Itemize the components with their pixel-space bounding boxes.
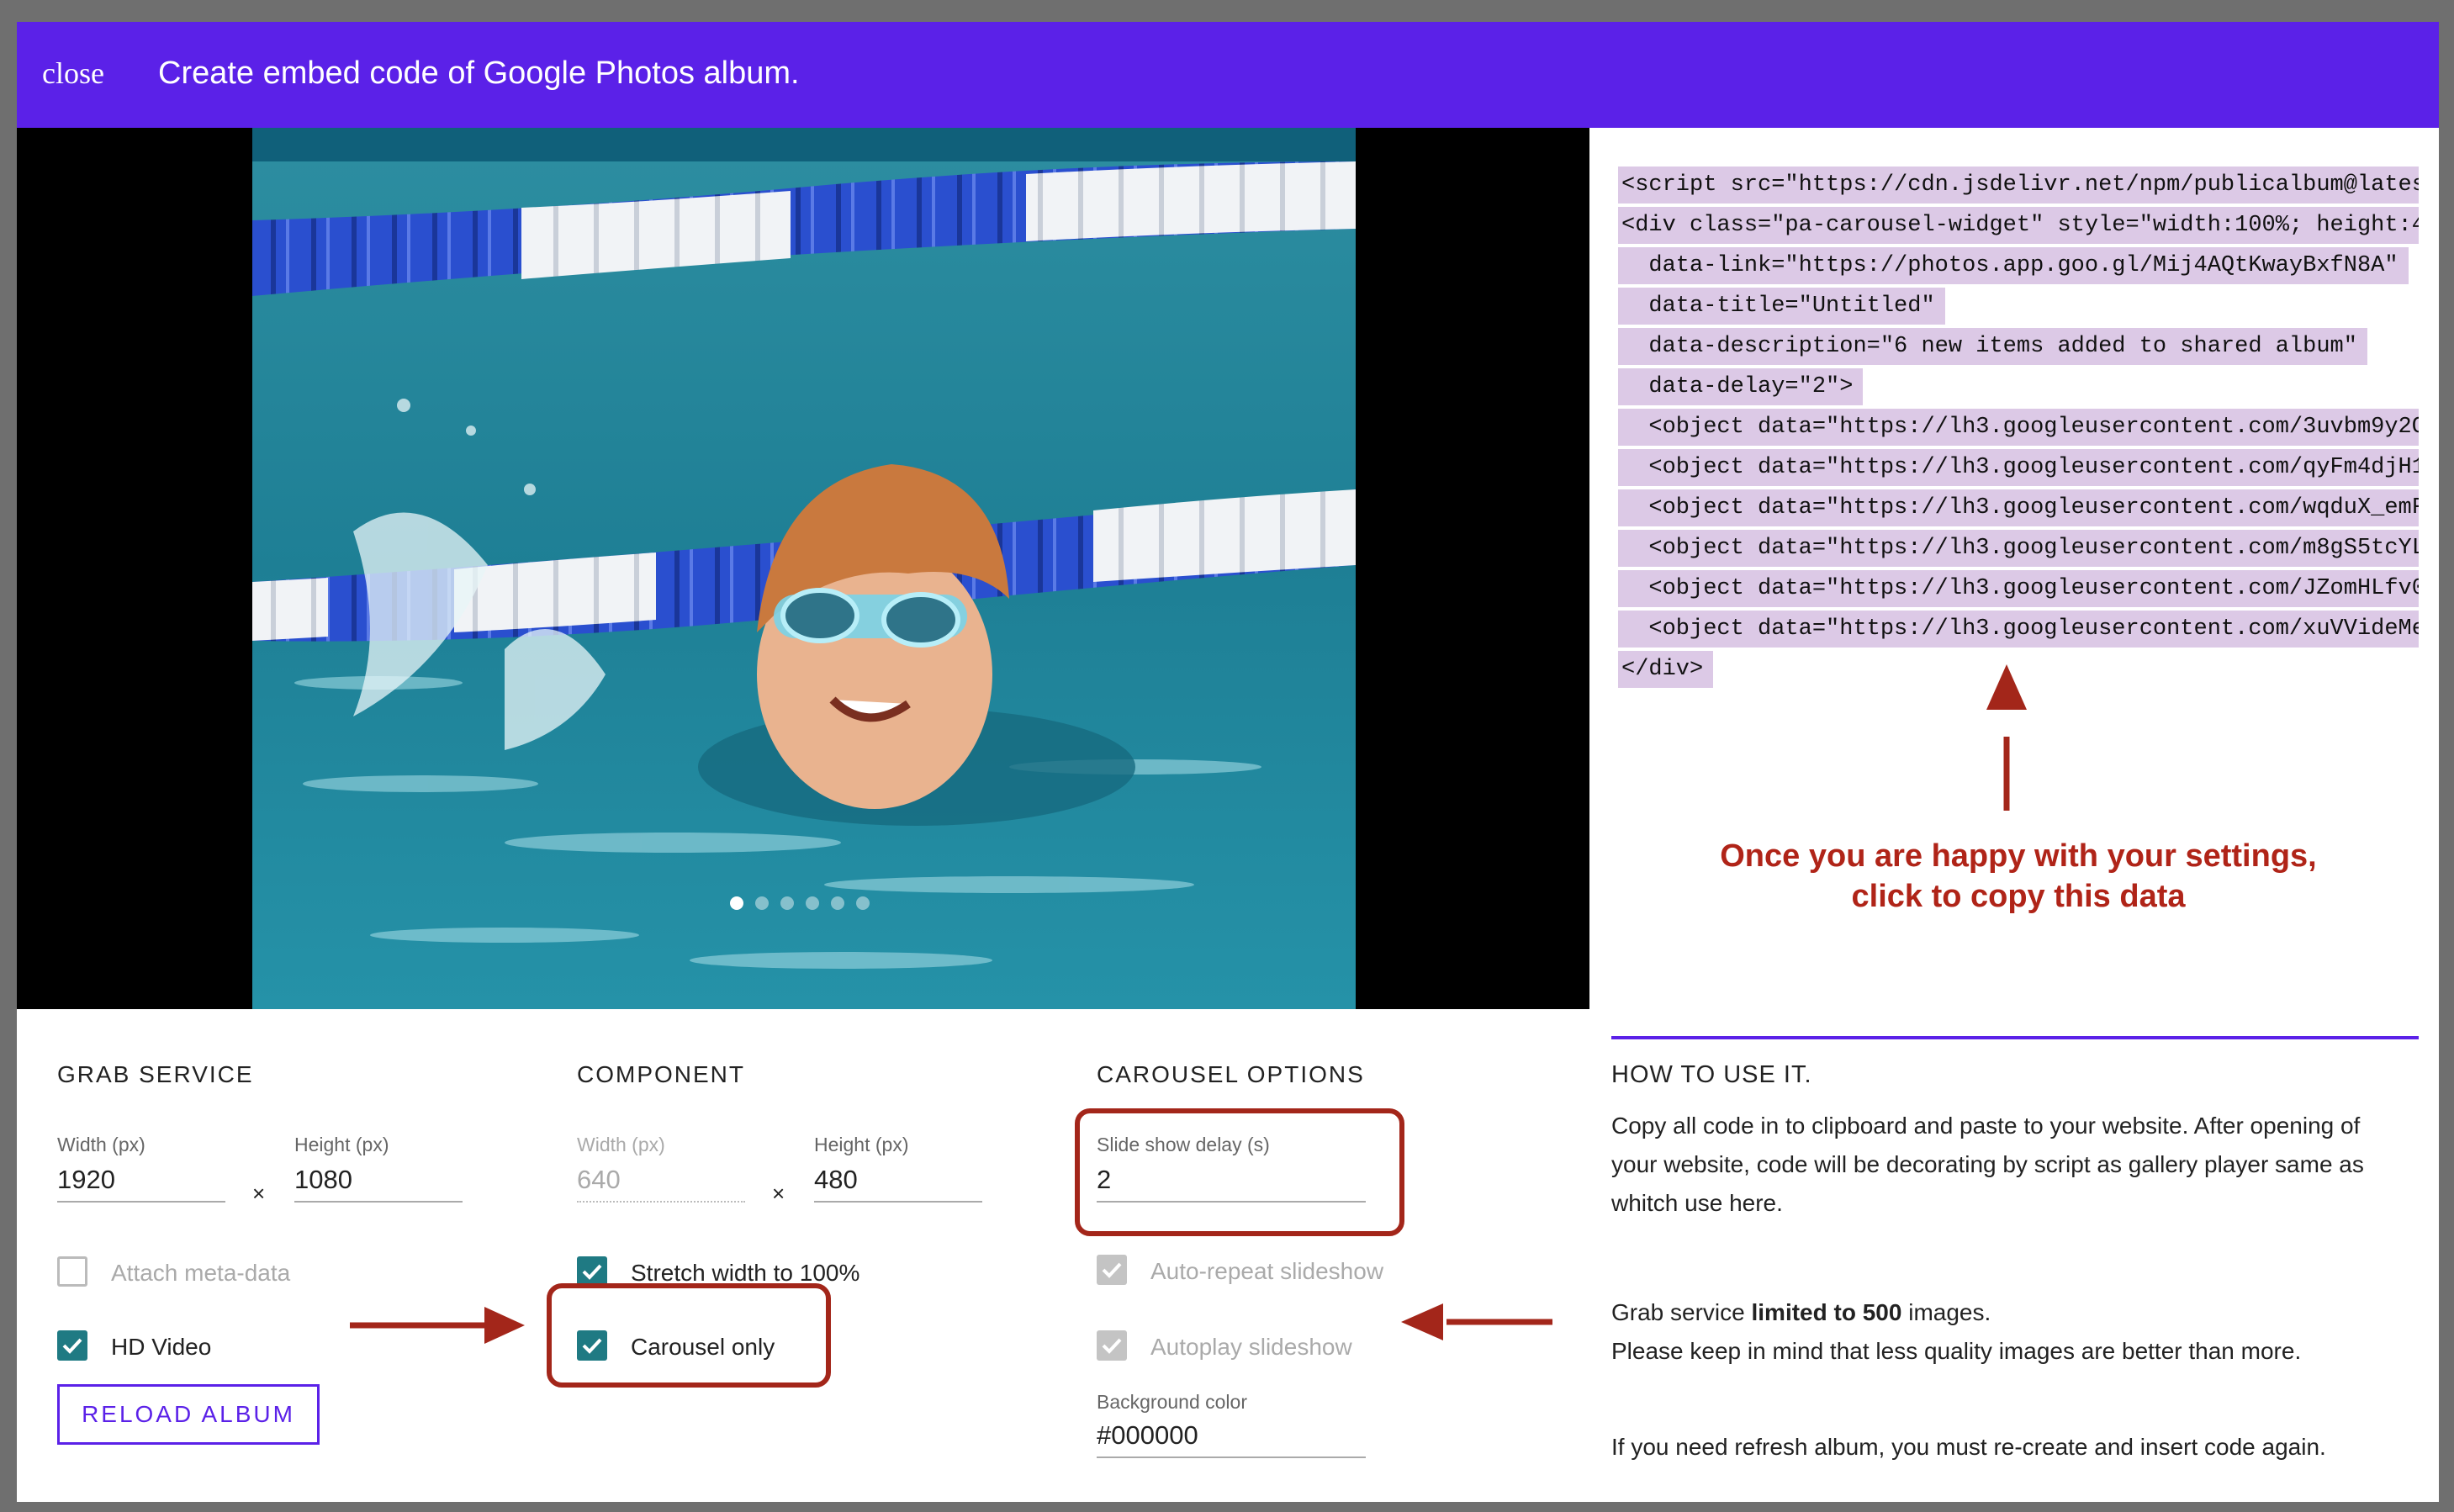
arrow-icon (1401, 1303, 1552, 1340)
attach-meta-label: Attach meta-data (111, 1260, 291, 1286)
swimmer-photo (252, 128, 1356, 1009)
code-line: <object data="https://lh3.googleusercont… (1618, 489, 2419, 526)
code-line: data-delay="2"> (1618, 368, 1864, 405)
check-icon (62, 1338, 82, 1354)
code-line: <object data="https://lh3.googleusercont… (1618, 611, 2419, 648)
code-line: <div class="pa-carousel-widget" style="w… (1618, 207, 2419, 244)
copy-annotation-line1: Once you are happy with your settings, (1720, 838, 2317, 874)
autoplay-label: Autoplay slideshow (1150, 1334, 1352, 1360)
how-to-p2-prefix: Grab service (1611, 1299, 1752, 1325)
code-line: </div> (1618, 651, 1714, 688)
close-button[interactable]: close (42, 56, 104, 91)
copy-annotation: Once you are happy with your settings, c… (1640, 836, 2397, 917)
carousel-dot[interactable] (780, 896, 794, 910)
bg-color-label: Background color (1097, 1391, 1247, 1413)
how-to-p1-line1: Copy all code in to clipboard and paste … (1611, 1113, 2361, 1139)
code-line: <object data="https://lh3.googleusercont… (1618, 409, 2419, 446)
component-height-input[interactable] (814, 1159, 982, 1203)
how-to-paragraph-1: Copy all code in to clipboard and paste … (1611, 1107, 2419, 1223)
code-line: <object data="https://lh3.googleusercont… (1618, 530, 2419, 567)
how-to-p2-suffix: images. (1901, 1299, 1991, 1325)
code-line: <object data="https://lh3.googleusercont… (1618, 570, 2419, 607)
check-icon (1102, 1338, 1122, 1354)
check-icon (1102, 1262, 1122, 1278)
code-line: <object data="https://lh3.googleusercont… (1618, 449, 2419, 486)
how-to-paragraph-3: If you need refresh album, you must re-c… (1611, 1434, 2326, 1460)
how-to-paragraph-2: Grab service limited to 500 images. Plea… (1611, 1293, 2419, 1371)
attach-meta-checkbox[interactable] (57, 1256, 87, 1287)
embed-dialog: close Create embed code of Google Photos… (17, 22, 2439, 1502)
slide-delay-label: Slide show delay (s) (1097, 1134, 1270, 1155)
how-to-p1-line2: your website, code will be decorating by… (1611, 1151, 2364, 1177)
grab-height-label: Height (px) (294, 1134, 389, 1155)
bg-color-input[interactable] (1097, 1414, 1366, 1458)
component-title: COMPONENT (577, 1061, 745, 1087)
check-icon (582, 1264, 602, 1280)
code-line: data-title="Untitled" (1618, 288, 1945, 325)
how-to-p2-bold: limited to 500 (1751, 1299, 1902, 1325)
arrow-icon (350, 1307, 525, 1344)
carousel-viewer[interactable] (17, 128, 1589, 1009)
top-bar: close Create embed code of Google Photos… (17, 22, 2439, 128)
grab-width-input[interactable] (57, 1159, 225, 1203)
autoplay-checkbox[interactable] (1097, 1330, 1127, 1361)
stretch-width-checkbox[interactable] (577, 1256, 607, 1287)
reload-album-button[interactable]: RELOAD ALBUM (57, 1384, 320, 1445)
carousel-options-title: CAROUSEL OPTIONS (1097, 1061, 1365, 1087)
carousel-dots (730, 896, 870, 910)
carousel-dot[interactable] (730, 896, 743, 910)
grab-width-label: Width (px) (57, 1134, 145, 1155)
copy-annotation-line2: click to copy this data (1851, 879, 2186, 914)
carousel-dot[interactable] (755, 896, 769, 910)
check-icon (582, 1338, 602, 1354)
carousel-only-label: Carousel only (631, 1334, 775, 1360)
code-line: <script src="https://cdn.jsdelivr.net/np… (1618, 167, 2419, 204)
carousel-dot[interactable] (856, 896, 870, 910)
component-width-label: Width (px) (577, 1134, 665, 1155)
how-to-title: HOW TO USE IT. (1611, 1061, 1812, 1088)
grab-service-title: GRAB SERVICE (57, 1061, 254, 1087)
how-to-p1-line3: whitch use here. (1611, 1190, 1783, 1216)
hd-video-checkbox[interactable] (57, 1330, 87, 1361)
carousel-only-checkbox[interactable] (577, 1330, 607, 1361)
grab-height-input[interactable] (294, 1159, 463, 1203)
carousel-photo (252, 128, 1356, 1009)
auto-repeat-checkbox[interactable] (1097, 1255, 1127, 1285)
carousel-dot[interactable] (831, 896, 844, 910)
component-height-label: Height (px) (814, 1134, 909, 1155)
component-width-input[interactable] (577, 1159, 745, 1203)
auto-repeat-label: Auto-repeat slideshow (1150, 1258, 1384, 1284)
hd-video-label: HD Video (111, 1334, 212, 1360)
times-icon: × (772, 1181, 785, 1206)
code-line: data-description="6 new items added to s… (1618, 328, 2367, 365)
code-line: data-link="https://photos.app.goo.gl/Mij… (1618, 247, 2409, 284)
how-to-p2-line2: Please keep in mind that less quality im… (1611, 1338, 2302, 1364)
dialog-title: Create embed code of Google Photos album… (158, 56, 800, 91)
slide-delay-input[interactable] (1097, 1159, 1366, 1203)
times-icon: × (252, 1181, 266, 1206)
carousel-dot[interactable] (806, 896, 819, 910)
stretch-width-label: Stretch width to 100% (631, 1260, 860, 1286)
